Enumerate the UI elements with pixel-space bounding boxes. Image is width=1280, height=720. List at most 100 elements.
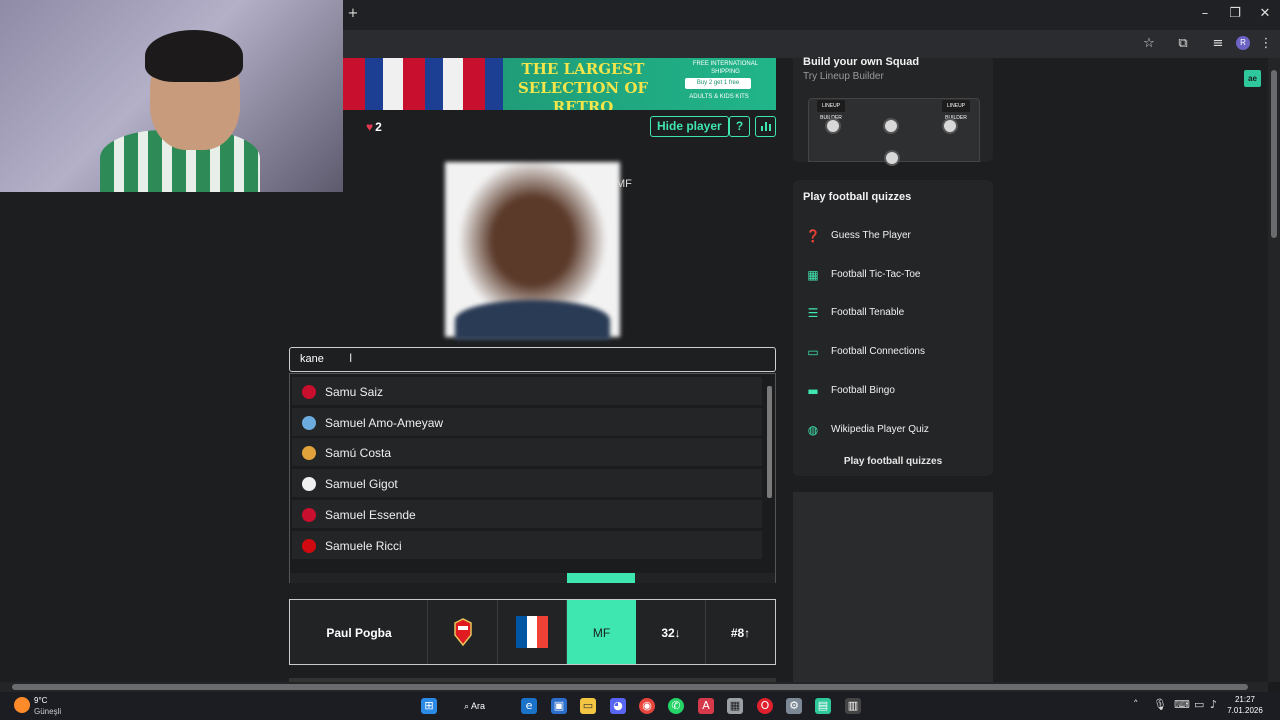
banner-title: THE LARGEST SELECTION OF RETRO FOOTBALL …	[517, 60, 649, 110]
quiz-link[interactable]: Football Connections	[831, 346, 925, 357]
club-crest-icon	[302, 446, 316, 460]
taskbar-search-label: Ara	[471, 701, 486, 711]
bookmark-star-icon[interactable]: ☆	[1141, 36, 1157, 52]
lineup-player-dot	[825, 118, 841, 134]
bar-chart-icon	[760, 122, 771, 131]
sidebar-ad-slot	[793, 492, 993, 682]
quiz-link[interactable]: Guess The Player	[831, 230, 911, 241]
retro-shirts-banner-ad[interactable]: THE LARGEST SELECTION OF RETRO FOOTBALL …	[343, 58, 776, 110]
globe-icon: ◍	[807, 423, 819, 437]
stats-button[interactable]	[755, 116, 776, 137]
suggestion-label[interactable]: Samuel Gigot	[325, 477, 398, 491]
search-input-value[interactable]: kane	[300, 353, 324, 365]
minimize-button[interactable]: –	[1196, 6, 1214, 21]
banner-offer: Buy 2 get 1 free	[685, 78, 751, 89]
tray-chevron-icon[interactable]: ˄	[1133, 698, 1139, 711]
quizzes-title: Play football quizzes	[803, 191, 912, 203]
club-crest-icon	[302, 539, 316, 553]
bingo-icon: ▬	[807, 384, 819, 398]
suggestion-label[interactable]: Samuel Amo-Ameyaw	[325, 416, 443, 430]
weather-temperature[interactable]: 9°C	[34, 696, 47, 705]
page-scroll-thumb[interactable]	[1271, 70, 1277, 238]
webcam-person-hair	[145, 30, 243, 82]
club-crest-icon	[302, 416, 316, 430]
new-tab-button[interactable]: +	[344, 6, 362, 21]
club-crest-icon	[302, 385, 316, 399]
dropdown-scroll-thumb[interactable]	[767, 386, 772, 498]
previous-guess-row-edge	[290, 573, 775, 583]
player-search-input[interactable]	[289, 347, 776, 372]
club-crest-icon	[302, 508, 316, 522]
lineup-badge-right: LINEUP BUILDER	[942, 100, 970, 121]
maximize-button[interactable]: ❐	[1226, 6, 1244, 21]
browser-menu-icon[interactable]: ⋮	[1258, 36, 1274, 52]
heart-icon: ♥	[366, 120, 374, 134]
guess-age: 32↓	[661, 626, 681, 640]
search-icon: ⌕	[464, 701, 472, 711]
club-crest-icon	[302, 477, 316, 491]
suggestion-label[interactable]: Samuele Ricci	[325, 539, 402, 553]
horizontal-scroll-thumb[interactable]	[12, 684, 1248, 690]
lives-counter: ♥ 2	[366, 120, 382, 134]
quiz-link[interactable]: Wikipedia Player Quiz	[831, 424, 929, 435]
app-icon-green[interactable]: ▤	[815, 698, 831, 714]
start-menu-icon[interactable]: ⊞	[421, 698, 437, 714]
guess-player-name: Paul Pogba	[326, 626, 392, 640]
file-explorer-icon[interactable]: ▭	[580, 698, 596, 714]
banner-shirts-image	[343, 58, 503, 110]
banner-shipping: FREE INTERNATIONAL SHIPPING	[692, 61, 759, 75]
microphone-icon[interactable]: 🎙	[1153, 698, 1167, 711]
text-cursor-icon: I	[349, 351, 353, 365]
guess-position: MF	[592, 626, 611, 640]
nation-flag-icon	[516, 616, 548, 648]
settings-icon[interactable]: ⚙	[786, 698, 802, 714]
quiz-link[interactable]: Football Tic-Tac-Toe	[831, 269, 920, 280]
lineup-player-dot	[884, 150, 900, 166]
next-row-edge	[289, 678, 776, 682]
weather-description[interactable]: Güneşli	[34, 707, 61, 716]
list-icon: ☰	[807, 306, 819, 320]
suggestion-label[interactable]: Samu Saiz	[325, 385, 383, 399]
guess-shirt-number: #8↑	[730, 626, 751, 640]
lineup-badge-left: LINEUP BUILDER	[817, 100, 845, 121]
help-button[interactable]: ?	[729, 116, 750, 137]
profile-avatar[interactable]: R	[1236, 36, 1250, 50]
opera-icon[interactable]: O	[757, 698, 773, 714]
lineup-builder-subtitle[interactable]: Try Lineup Builder	[803, 71, 884, 82]
media-control-icon[interactable]: ≡	[1210, 36, 1226, 52]
connections-icon: ▭	[807, 345, 819, 359]
clock-time[interactable]: 21:27	[1224, 695, 1266, 704]
edge-browser-icon[interactable]: e	[521, 698, 537, 714]
grid-icon: ▦	[807, 268, 819, 282]
suggestion-label[interactable]: Samú Costa	[325, 446, 391, 460]
display-icon[interactable]: ▭	[1194, 698, 1204, 711]
app-icon-grid[interactable]: ▦	[727, 698, 743, 714]
chrome-icon[interactable]: ◉	[639, 698, 655, 714]
suggestion-label[interactable]: Samuel Essende	[325, 508, 416, 522]
app-icon-dark[interactable]: ▥	[845, 698, 861, 714]
speaker-icon[interactable]: ♪	[1210, 698, 1217, 711]
quiz-link[interactable]: Football Tenable	[831, 307, 904, 318]
lineup-player-dot	[883, 118, 899, 134]
extension-badge-icon[interactable]: ae	[1244, 70, 1261, 87]
position-hint: MF	[616, 178, 632, 190]
whatsapp-icon[interactable]: ✆	[668, 698, 684, 714]
lineup-builder-title[interactable]: Build your own Squad	[803, 56, 919, 68]
play-quizzes-link[interactable]: Play football quizzes	[793, 456, 993, 467]
keyboard-icon[interactable]: ⌨	[1174, 698, 1190, 711]
player-photo-shoulders	[455, 300, 610, 340]
taskbar-search[interactable]: ⌕ Ara	[464, 697, 512, 715]
app-icon-a[interactable]: A	[698, 698, 714, 714]
lives-count: 2	[375, 120, 382, 134]
webcam-overlay	[0, 0, 343, 192]
lineup-player-dot	[942, 118, 958, 134]
banner-kits: ADULTS & KIDS KITS	[689, 94, 749, 100]
store-icon[interactable]: ▣	[551, 698, 567, 714]
extensions-icon[interactable]: ⧉	[1175, 36, 1191, 52]
clock-date[interactable]: 7.01.2026	[1224, 706, 1266, 715]
close-window-button[interactable]: ✕	[1256, 6, 1274, 21]
weather-sun-icon[interactable]	[14, 697, 30, 713]
discord-icon[interactable]: ◕	[610, 698, 626, 714]
quiz-link[interactable]: Football Bingo	[831, 385, 895, 396]
hide-player-button[interactable]: Hide player	[650, 116, 729, 137]
